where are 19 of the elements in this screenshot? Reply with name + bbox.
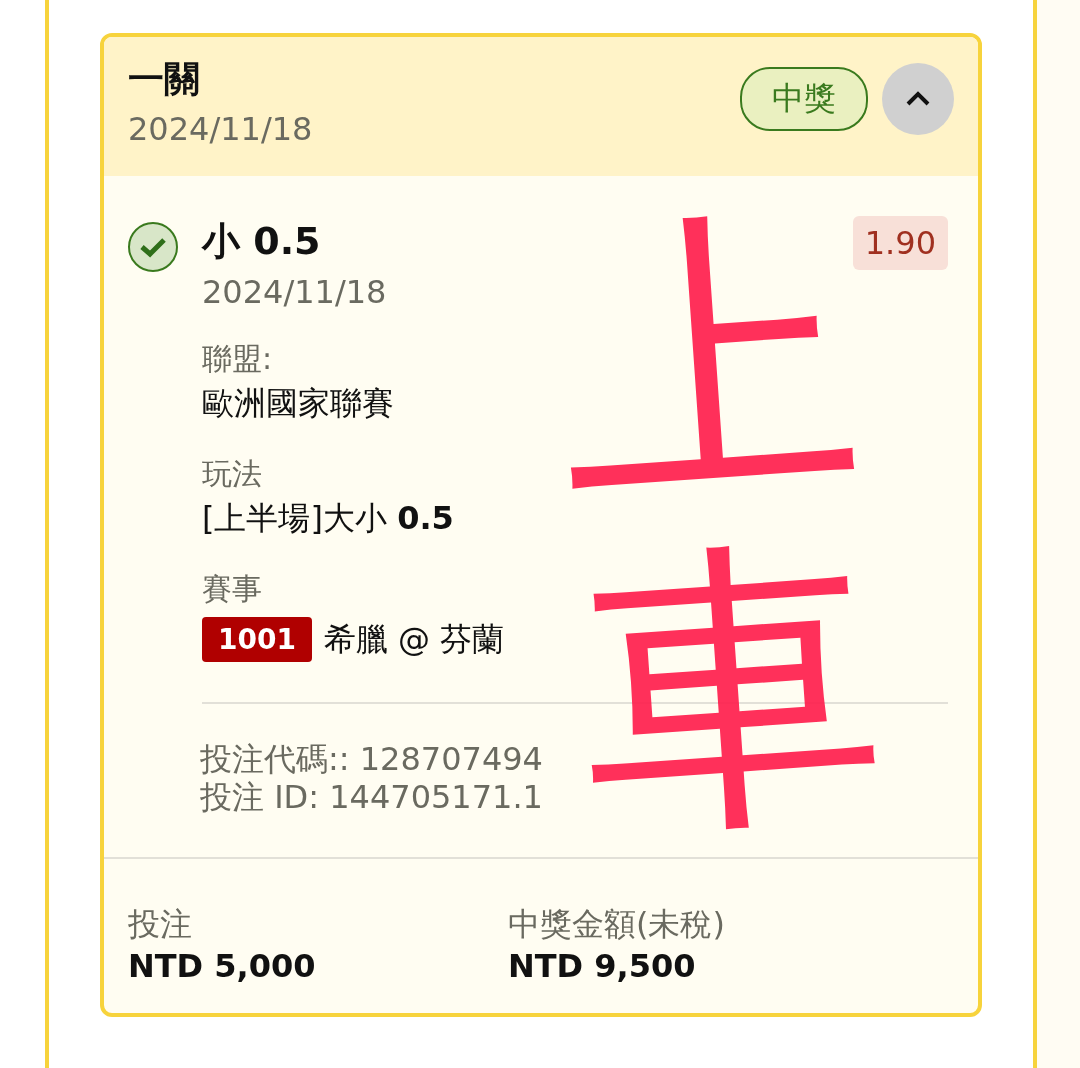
chevron-up-icon <box>904 90 932 108</box>
event-teams: 希臘 @ 芬蘭 <box>323 619 505 660</box>
detail-label: 賽事 <box>202 570 263 608</box>
payout-label: 中獎金額(未稅) <box>508 903 726 945</box>
bet-date: 2024/11/18 <box>128 110 313 148</box>
detail-value: [上半場]大小 0.5 <box>202 498 455 539</box>
event-code: 1001 <box>202 616 312 662</box>
status-badge: 中獎 <box>740 67 868 131</box>
bet-type-title: 一關 <box>128 57 201 101</box>
detail-label: 玩法 <box>202 455 263 493</box>
detail-value: 歐洲國家聯賽 <box>202 383 395 424</box>
stake-value: NTD 5,000 <box>128 946 317 985</box>
bet-code: 投注代碼:: 128707494 <box>200 740 544 779</box>
bet-id: 投注 ID: 144705171.1 <box>200 778 544 817</box>
selection-name: 小 0.5 <box>202 218 322 265</box>
stake-label: 投注 <box>128 903 193 945</box>
selection-date: 2024/11/18 <box>202 273 388 311</box>
odds: 1.90 <box>852 216 948 270</box>
payout-value: NTD 9,500 <box>508 946 697 985</box>
